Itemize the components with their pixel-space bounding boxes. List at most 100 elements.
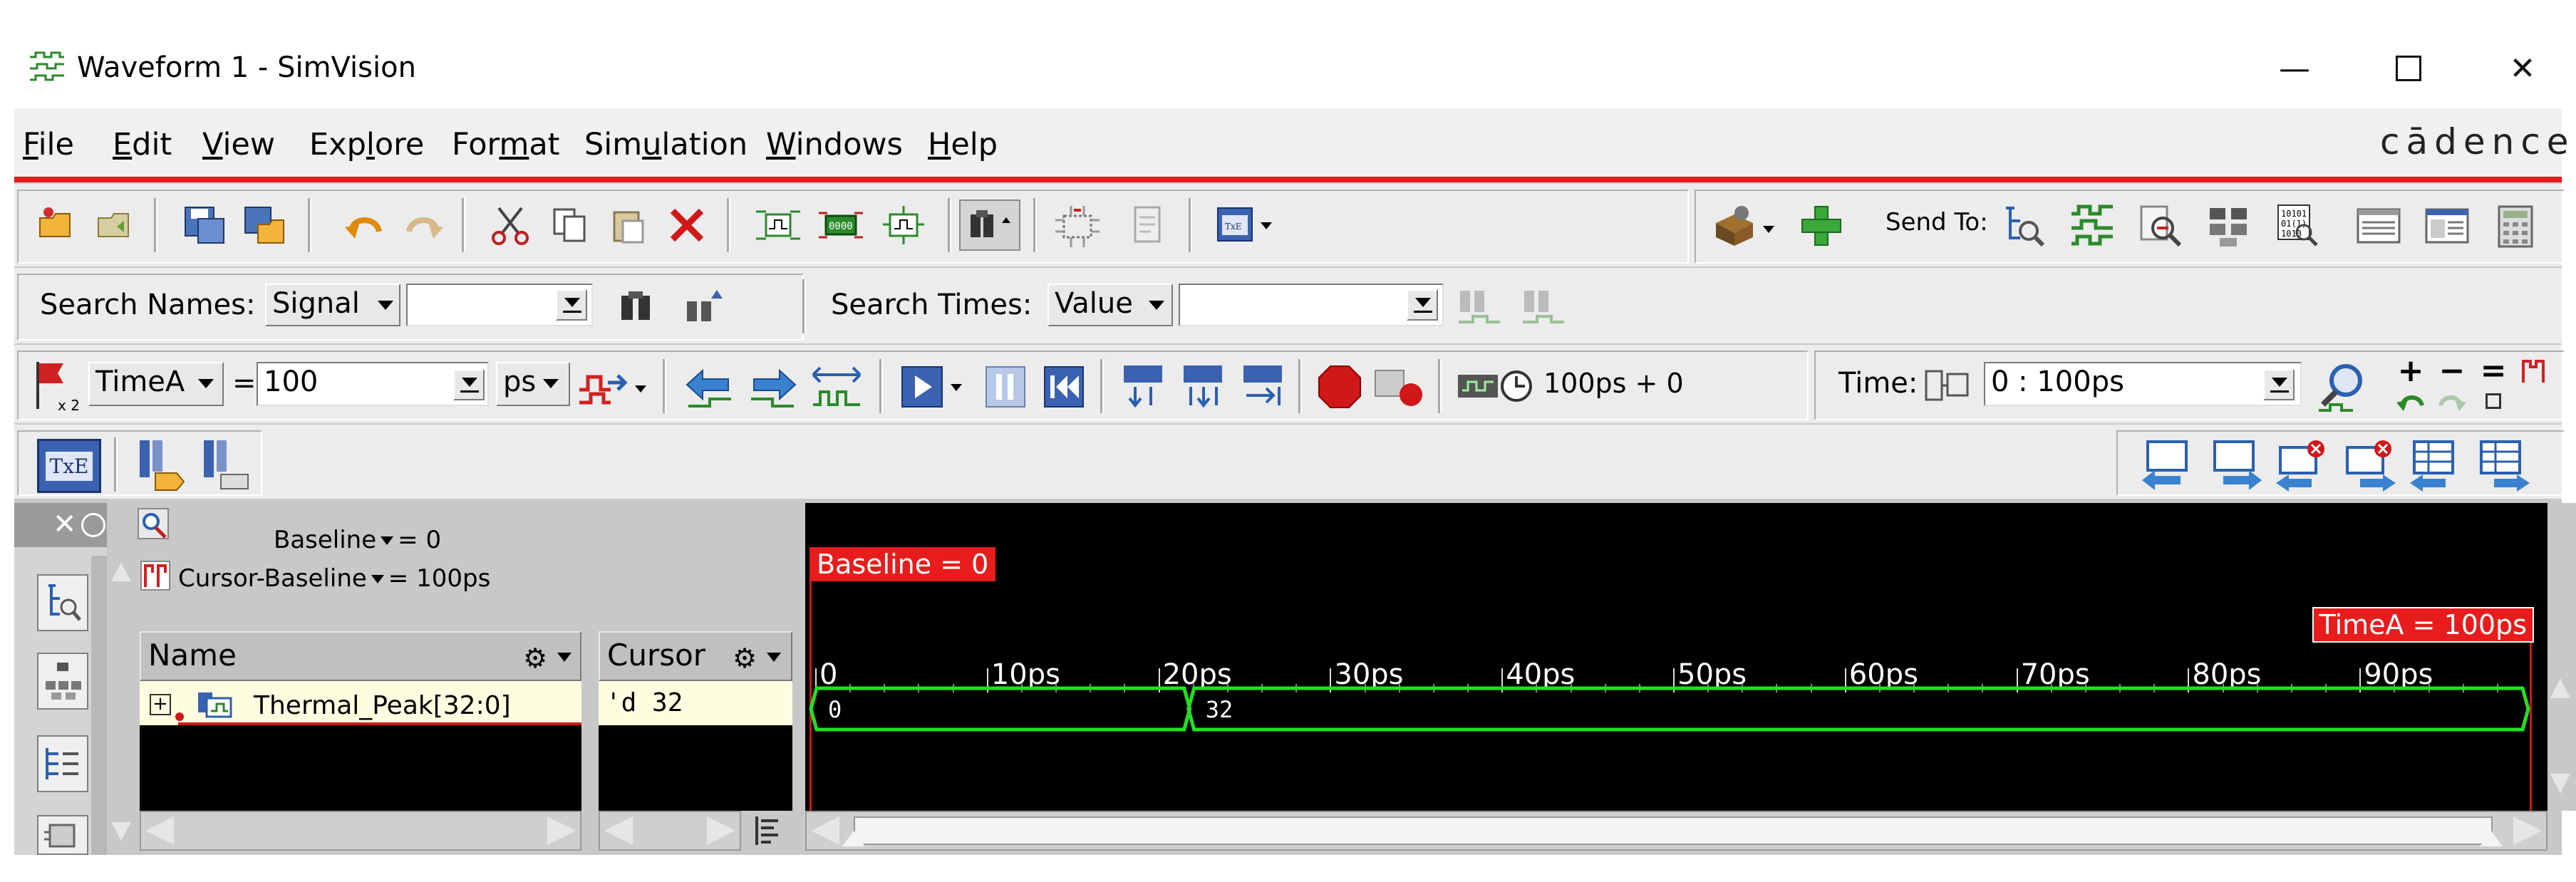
signal-row[interactable]: + Thermal_Peak[32:0] xyxy=(140,681,581,725)
zoom-full-button[interactable]: = xyxy=(2476,355,2511,388)
wave-splitter[interactable] xyxy=(792,503,805,855)
name-column-header[interactable]: Name ⚙ xyxy=(140,631,581,681)
gear-icon[interactable]: ⚙ xyxy=(523,635,547,681)
scroll-down-icon[interactable] xyxy=(111,822,131,841)
tools-menu-button[interactable] xyxy=(1707,199,1779,251)
menu-file[interactable]: File xyxy=(23,127,74,162)
step-into-button[interactable] xyxy=(1117,360,1169,415)
sidebar-menu-icon[interactable] xyxy=(81,513,105,537)
scroll-right-icon[interactable] xyxy=(547,816,576,845)
chevron-down-icon[interactable] xyxy=(557,653,571,662)
send-to-calculator-button[interactable] xyxy=(2490,201,2541,251)
menu-explore[interactable]: Explore xyxy=(309,127,424,162)
bus-segment[interactable] xyxy=(809,686,1192,732)
cursor-baseline-dropdown-icon[interactable] xyxy=(371,575,384,583)
search-times-forward-button[interactable] xyxy=(1518,284,1569,333)
create-group-button[interactable] xyxy=(133,436,190,493)
create-bus-button[interactable] xyxy=(197,436,254,493)
sidebar-objects-button[interactable] xyxy=(37,815,88,855)
time-range-linked-icon[interactable] xyxy=(1921,363,1972,408)
previous-marker-button[interactable] xyxy=(2138,436,2199,494)
copy-button[interactable] xyxy=(547,202,593,248)
scroll-right-icon[interactable] xyxy=(2513,816,2542,845)
zoom-cursor-button[interactable] xyxy=(2515,355,2551,388)
expand-toggle-icon[interactable]: + xyxy=(150,694,171,715)
align-left-icon[interactable] xyxy=(750,812,784,849)
sidebar-signals-button[interactable] xyxy=(37,735,88,792)
cursor-column-header[interactable]: Cursor ⚙ xyxy=(599,631,792,681)
reopen-button[interactable] xyxy=(94,202,140,248)
cut-button[interactable] xyxy=(487,202,533,248)
search-times-input[interactable] xyxy=(1179,284,1444,326)
zoom-box-button[interactable] xyxy=(2476,386,2511,416)
names-splitter[interactable] xyxy=(581,626,599,855)
menu-help[interactable]: Help xyxy=(928,127,998,162)
send-to-register-viewer-button[interactable] xyxy=(2203,201,2255,251)
bus-segment[interactable] xyxy=(1186,686,2530,732)
close-button[interactable]: ✕ xyxy=(2480,34,2565,103)
sidebar-close-icon[interactable]: ✕ xyxy=(53,509,77,540)
send-to-schematic-tracer-button[interactable] xyxy=(2135,201,2186,251)
zoom-in-button[interactable]: + xyxy=(2393,355,2428,388)
scroll-right-icon[interactable] xyxy=(707,816,735,845)
delete-button[interactable] xyxy=(664,202,710,248)
run-simulation-button[interactable] xyxy=(898,360,975,412)
send-to-transaction-viewer-button[interactable] xyxy=(2421,201,2473,251)
table-marker-back-button[interactable] xyxy=(2406,436,2467,494)
next-marker-button[interactable] xyxy=(2205,436,2266,494)
names-vertical-scrollbar[interactable] xyxy=(107,503,135,855)
cursor-marker-button[interactable]: x 2 xyxy=(27,356,88,416)
zoom-out-button[interactable]: − xyxy=(2434,355,2470,388)
next-edge-button[interactable] xyxy=(744,362,801,412)
cursor-baseline-readout[interactable]: Cursor-Baseline = 100ps xyxy=(178,564,490,593)
find-menu-button[interactable] xyxy=(959,199,1020,251)
search-times-mode-dropdown[interactable]: Value xyxy=(1048,284,1173,326)
time-unit-dropdown[interactable]: ps xyxy=(496,362,570,406)
maximize-button[interactable] xyxy=(2366,34,2451,103)
scroll-left-icon[interactable] xyxy=(145,816,174,845)
source-browser-button[interactable] xyxy=(1124,202,1170,248)
time-range-input[interactable]: 0 : 100ps xyxy=(1984,362,2302,406)
search-names-button[interactable] xyxy=(614,286,660,328)
step-out-button[interactable] xyxy=(1237,360,1288,415)
menu-windows[interactable]: Windows xyxy=(766,127,903,162)
time-range-history-button[interactable] xyxy=(2263,369,2295,400)
save-button[interactable] xyxy=(180,202,229,248)
zoom-button[interactable] xyxy=(2314,359,2379,416)
transaction-menu-button[interactable]: TxE xyxy=(1214,204,1278,247)
baseline-zoom-icon[interactable] xyxy=(137,507,171,541)
time-scrollbar[interactable] xyxy=(805,811,2547,851)
search-names-mode-dropdown[interactable]: Signal xyxy=(265,284,400,326)
send-to-design-browser-button[interactable] xyxy=(1998,201,2049,251)
baseline-dropdown-icon[interactable] xyxy=(381,536,394,545)
cursor-horizontal-scrollbar[interactable] xyxy=(599,811,741,851)
search-times-backward-button[interactable] xyxy=(1454,284,1505,333)
txe-button[interactable]: TxE xyxy=(37,439,101,493)
design-browser-button[interactable] xyxy=(1049,201,1106,251)
send-to-waveform-viewer-button[interactable] xyxy=(2067,201,2118,251)
sidebar-scrollbar[interactable] xyxy=(91,556,107,855)
redo-zoom-button[interactable] xyxy=(2434,386,2470,416)
names-horizontal-scrollbar[interactable] xyxy=(140,811,581,851)
send-to-source-browser-button[interactable] xyxy=(2353,201,2404,251)
baseline-readout[interactable]: Baseline = 0 xyxy=(274,526,441,554)
rewind-simulation-button[interactable] xyxy=(1040,360,1087,412)
delete-marker-forward-button[interactable] xyxy=(2339,436,2400,494)
search-times-history-button[interactable] xyxy=(1407,289,1438,321)
minimize-button[interactable]: — xyxy=(2252,34,2337,103)
cursor-time-history-button[interactable] xyxy=(453,369,485,400)
gear-icon[interactable]: ⚙ xyxy=(733,635,757,681)
scroll-down-icon[interactable] xyxy=(2550,774,2570,794)
open-database-button[interactable] xyxy=(36,202,81,248)
chevron-down-icon[interactable] xyxy=(767,653,781,662)
cursor-name-dropdown[interactable]: TimeA xyxy=(88,362,224,406)
stop-points-button[interactable] xyxy=(1371,362,1428,412)
expand-sequence-button[interactable] xyxy=(807,359,867,415)
undo-button[interactable] xyxy=(342,202,388,248)
scroll-up-icon[interactable] xyxy=(111,563,131,581)
add-tool-button[interactable] xyxy=(1797,204,1846,248)
wave-vertical-scrollbar[interactable] xyxy=(2547,503,2576,811)
send-to-register-button[interactable]: 0000 xyxy=(815,202,867,248)
scroll-thumb[interactable] xyxy=(854,816,2493,845)
scroll-left-icon[interactable] xyxy=(811,816,839,845)
